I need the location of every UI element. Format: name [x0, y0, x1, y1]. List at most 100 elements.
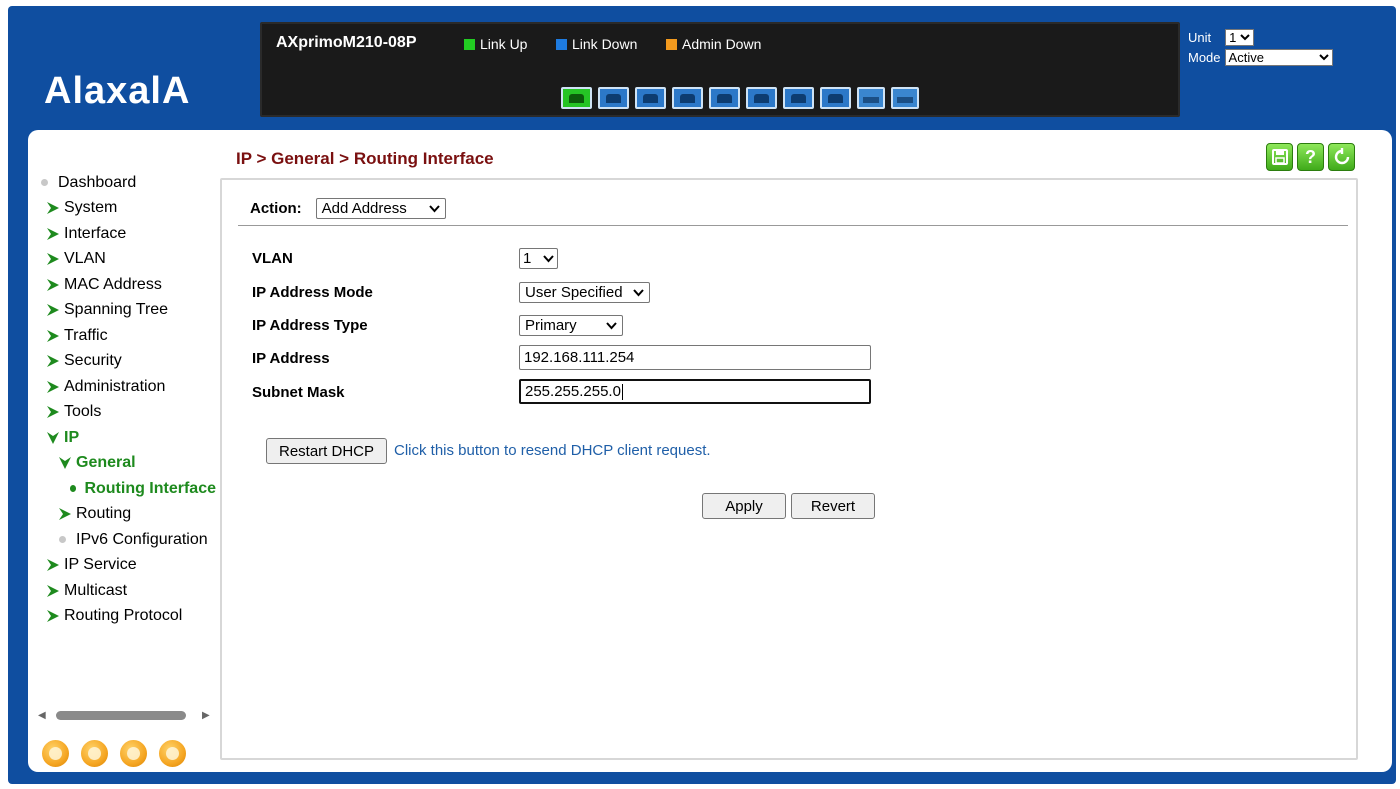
sidebar-item-label: Spanning Tree [64, 301, 169, 319]
device-model: AXprimoM210-08P [276, 34, 417, 51]
sidebar-item-label: Traffic [64, 326, 108, 344]
divider [238, 225, 1348, 226]
chevron-down-icon [1240, 33, 1251, 40]
port-6-icon[interactable] [746, 87, 777, 109]
sidebar-item-routing[interactable]: Routing [36, 502, 216, 528]
subnet-mask-value: 255.255.255.0 [525, 383, 621, 400]
network-icon[interactable] [40, 738, 71, 769]
help-icon: ? [1305, 146, 1316, 167]
sidebar-item-label: General [76, 454, 136, 472]
chevron-right-icon [47, 559, 59, 572]
mode-select[interactable]: Active [1224, 48, 1333, 66]
chevron-down-icon [1318, 53, 1329, 60]
sidebar-item-general[interactable]: General [36, 451, 216, 477]
globe-icon[interactable] [157, 738, 188, 769]
port-4-icon[interactable] [672, 87, 703, 109]
scroll-thumb[interactable] [56, 711, 186, 720]
vlan-value: 1 [523, 250, 532, 267]
sidebar-item-label: System [64, 199, 118, 217]
chevron-right-icon [47, 355, 59, 368]
chevron-right-icon [47, 202, 59, 215]
sidebar-item-administration[interactable]: Administration [36, 374, 216, 400]
subnet-mask-label: Subnet Mask [252, 384, 345, 401]
ip-address-mode-select[interactable]: User Specified [519, 282, 650, 303]
restart-dhcp-hint: Click this button to resend DHCP client … [394, 442, 711, 459]
port-8-icon[interactable] [820, 87, 851, 109]
scroll-right-icon[interactable]: ▶ [202, 710, 210, 721]
port-2-icon[interactable] [598, 87, 629, 109]
revert-button[interactable]: Revert [791, 493, 875, 519]
mail-icon[interactable] [118, 738, 149, 769]
chevron-down-icon [633, 288, 644, 296]
sidebar-item-routing-interface[interactable]: Routing Interface [36, 476, 216, 502]
save-button[interactable] [1266, 143, 1293, 171]
restart-dhcp-button[interactable]: Restart DHCP [266, 438, 387, 464]
sidebar-item-label: Routing [76, 505, 132, 523]
ip-address-type-select[interactable]: Primary [519, 315, 623, 336]
sidebar-item-ip[interactable]: IP [36, 425, 216, 451]
sidebar-scrollbar[interactable]: ◀ ▶ [36, 707, 216, 723]
sidebar-item-ip-service[interactable]: IP Service [36, 553, 216, 579]
refresh-icon [1334, 148, 1349, 165]
scroll-left-icon[interactable]: ◀ [38, 710, 46, 721]
sidebar-item-traffic[interactable]: Traffic [36, 323, 216, 349]
ip-address-label: IP Address [252, 350, 330, 367]
sidebar-item-label: MAC Address [64, 275, 162, 293]
content-panel: Action: Add Address VLAN 1 IP Address Mo… [220, 178, 1358, 760]
ip-address-mode-label: IP Address Mode [252, 284, 373, 301]
port-9-sfp-icon[interactable] [857, 87, 885, 109]
sidebar-item-dashboard[interactable]: Dashboard [36, 170, 216, 196]
legend-admin-down: Admin Down [666, 36, 761, 52]
sidebar-item-label: IPv6 Configuration [76, 530, 208, 548]
sidebar-item-label: IP [64, 428, 80, 446]
port-5-icon[interactable] [709, 87, 740, 109]
sidebar-item-vlan[interactable]: VLAN [36, 247, 216, 273]
sidebar-item-spanning-tree[interactable]: Spanning Tree [36, 298, 216, 324]
ip-address-input[interactable]: 192.168.111.254 [519, 345, 871, 370]
ip-address-mode-value: User Specified [525, 284, 623, 301]
legend-link-up: Link Up [464, 36, 527, 52]
apply-button[interactable]: Apply [702, 493, 786, 519]
text-caret [621, 383, 623, 400]
sidebar-item-multicast[interactable]: Multicast [36, 578, 216, 604]
sidebar-item-mac-address[interactable]: MAC Address [36, 272, 216, 298]
sidebar-item-label: Dashboard [58, 173, 137, 191]
unit-select[interactable]: 1 [1225, 28, 1255, 46]
legend-label: Admin Down [682, 36, 762, 52]
back-icon[interactable] [79, 738, 110, 769]
refresh-button[interactable] [1328, 143, 1355, 171]
sidebar-item-security[interactable]: Security [36, 349, 216, 375]
legend-label: Link Down [572, 36, 638, 52]
port-10-sfp-icon[interactable] [891, 87, 919, 109]
subnet-mask-input[interactable]: 255.255.255.0 [519, 379, 871, 404]
sidebar-item-tools[interactable]: Tools [36, 400, 216, 426]
sidebar-item-label: Multicast [64, 581, 128, 599]
ip-address-type-label: IP Address Type [252, 317, 368, 334]
port-7-icon[interactable] [783, 87, 814, 109]
sidebar-item-interface[interactable]: Interface [36, 221, 216, 247]
port-1-icon[interactable] [561, 87, 592, 109]
toolbar: ? [1266, 143, 1355, 171]
sidebar-item-label: Routing Interface [84, 479, 216, 497]
chevron-right-icon [47, 610, 59, 623]
link-down-swatch [556, 38, 567, 50]
chevron-down-icon [59, 457, 71, 470]
chevron-right-icon [47, 278, 59, 291]
sidebar-item-label: VLAN [64, 250, 106, 268]
bullet-icon [59, 536, 66, 544]
chevron-right-icon [47, 584, 59, 597]
sidebar-item-label: Tools [64, 403, 102, 421]
sidebar-item-routing-protocol[interactable]: Routing Protocol [36, 604, 216, 630]
port-3-icon[interactable] [635, 87, 666, 109]
chevron-right-icon [47, 380, 59, 393]
mode-label: Mode [1188, 49, 1221, 65]
port-panel [561, 87, 919, 109]
brand-logo: AlaxalA [44, 70, 191, 112]
help-button[interactable]: ? [1297, 143, 1324, 171]
vlan-label: VLAN [252, 250, 293, 267]
chevron-down-icon [543, 254, 554, 262]
sidebar-item-system[interactable]: System [36, 196, 216, 222]
vlan-select[interactable]: 1 [519, 248, 558, 269]
sidebar-item-ipv6-configuration[interactable]: IPv6 Configuration [36, 527, 216, 553]
action-select[interactable]: Add Address [315, 198, 446, 219]
